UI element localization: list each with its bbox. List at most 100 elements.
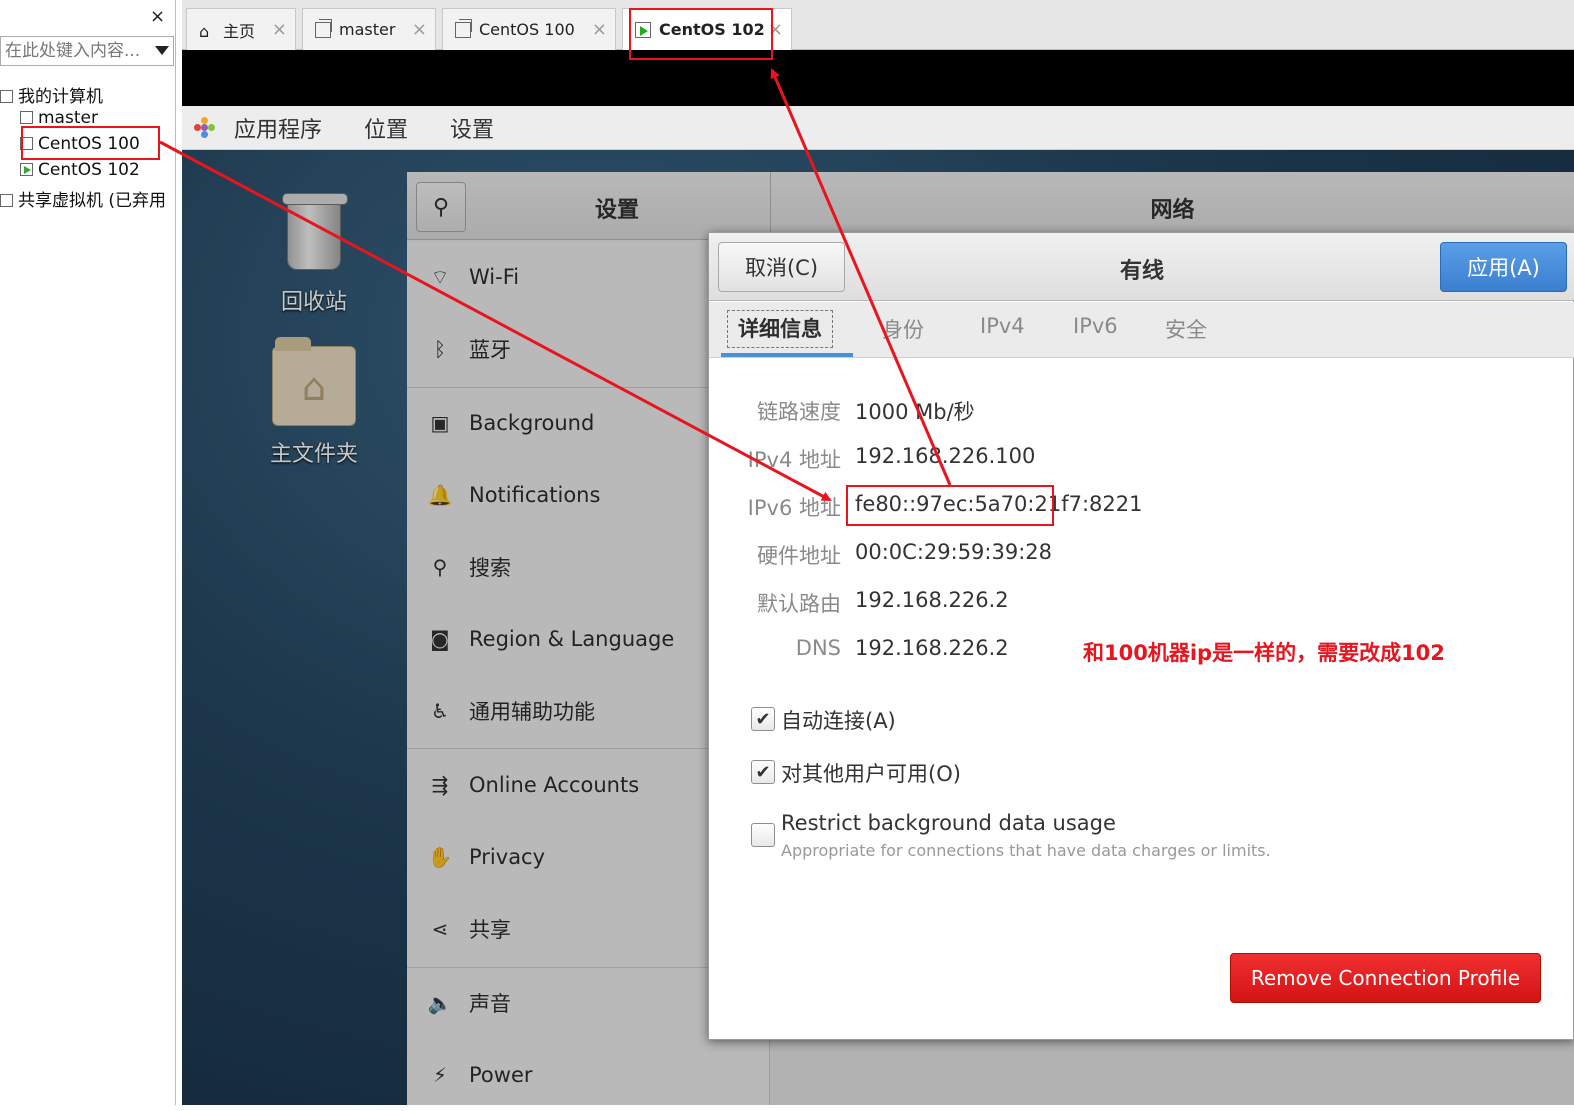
dropdown-arrow-icon[interactable] [155, 46, 169, 55]
tab-label: CentOS 100 [479, 20, 575, 39]
tab-details[interactable]: 详细信息 [727, 310, 833, 348]
online-accounts-icon: ⇶ [431, 773, 449, 797]
checkmark-icon: ✔ [755, 708, 771, 730]
background-icon: ▣ [430, 411, 450, 435]
accessibility-icon: ♿ [431, 699, 449, 723]
restrict-background-sublabel: Appropriate for connections that have da… [781, 841, 1271, 860]
tab-centos-100[interactable]: CentOS 100 × [442, 8, 616, 50]
sidebar-item-label: 共享 [469, 918, 511, 942]
close-icon[interactable]: × [412, 19, 427, 40]
hand-icon: ✋ [427, 845, 453, 869]
camera-icon: ◙ [430, 627, 450, 651]
other-users-checkbox[interactable]: ✔ [751, 760, 775, 784]
gnome-top-bar: 应用程序 位置 设置 [182, 106, 1574, 150]
folder-home-icon [272, 337, 356, 426]
dns-label: DNS [795, 636, 841, 660]
sidebar-item-power[interactable]: ⚡ Power [407, 1039, 770, 1111]
auto-connect-label: 自动连接(A) [781, 709, 896, 733]
library-close-icon[interactable]: × [150, 8, 165, 26]
default-route-label: 默认路由 [757, 592, 841, 616]
ipv4-address-value: 192.168.226.100 [855, 444, 1036, 468]
tab-master[interactable]: master × [302, 8, 436, 50]
gnome-logo-icon [194, 116, 216, 139]
sidebar-item-label: Privacy [469, 845, 546, 869]
sidebar-item-label: 搜索 [469, 556, 511, 580]
panel-title: 网络 [1150, 198, 1195, 223]
dns-value: 192.168.226.2 [855, 636, 1009, 660]
sidebar-item-label: 蓝牙 [469, 338, 511, 362]
sidebar-item-label: 通用辅助功能 [469, 700, 595, 724]
tab-ipv4[interactable]: IPv4 [980, 314, 1025, 338]
bluetooth-icon: ᛒ [434, 337, 446, 361]
sidebar-item-label: Power [469, 1063, 533, 1087]
link-speed-label: 链路速度 [757, 400, 841, 424]
close-icon[interactable]: × [768, 19, 783, 40]
tree-item-my-computer[interactable]: 我的计算机 [0, 82, 103, 107]
dialog-header: 取消(C) 有线 应用(A) [709, 233, 1574, 301]
desktop-icon-home[interactable]: 主文件夹 [254, 337, 374, 468]
remove-connection-profile-button[interactable]: Remove Connection Profile [1230, 953, 1541, 1003]
settings-title: 设置 [594, 198, 639, 223]
sidebar-item-label: Wi-Fi [469, 265, 520, 289]
settings-header: ⚲ 设置 网络 [407, 172, 1574, 240]
vm-icon [20, 111, 33, 124]
speaker-icon: 🔈 [427, 991, 453, 1015]
annotation-note: 和100机器ip是一样的，需要改成102 [1083, 641, 1445, 665]
tab-security[interactable]: 安全 [1165, 314, 1207, 344]
wired-connection-dialog: 取消(C) 有线 应用(A) 详细信息 身份 IPv4 IPv6 安全 链路速度… [708, 232, 1574, 1040]
library-search-box[interactable] [0, 36, 174, 66]
sidebar-item-label: Online Accounts [469, 773, 640, 797]
close-icon[interactable]: × [592, 19, 607, 40]
dialog-tabs: 详细信息 身份 IPv4 IPv6 安全 [709, 302, 1574, 358]
ipv4-address-label: IPv4 地址 [747, 448, 841, 472]
computer-icon [0, 90, 13, 103]
desktop-icon-trash[interactable]: 回收站 [254, 193, 374, 316]
checkmark-icon: ✔ [755, 761, 771, 783]
hardware-address-label: 硬件地址 [757, 544, 841, 568]
tab-centos-102[interactable]: CentOS 102 × [622, 8, 792, 50]
vm-screen[interactable]: 应用程序 位置 设置 回收站 主文件夹 ⚲ 设置 网络 ⌔ Wi-Fi ᛒ 蓝牙 ▣… [182, 50, 1574, 1105]
power-icon: ⚡ [432, 1063, 448, 1087]
tree-item-label: CentOS 102 [38, 160, 140, 180]
wifi-icon: ⌔ [430, 264, 450, 289]
tab-identity[interactable]: 身份 [882, 314, 924, 344]
search-icon: ⚲ [432, 555, 448, 579]
sidebar-item-label: 声音 [469, 992, 511, 1016]
restrict-background-label: Restrict background data usage [781, 811, 1116, 835]
apply-button[interactable]: 应用(A) [1440, 242, 1567, 292]
restrict-background-checkbox[interactable] [751, 823, 775, 847]
tree-item-centos-100[interactable]: CentOS 100 [20, 134, 140, 154]
auto-connect-checkbox[interactable]: ✔ [751, 707, 775, 731]
vm-icon [20, 137, 33, 150]
link-speed-value: 1000 Mb/秒 [855, 400, 975, 424]
vm-icon [455, 18, 472, 38]
search-button[interactable]: ⚲ [416, 182, 466, 232]
menu-places[interactable]: 位置 [348, 112, 424, 144]
tab-label: CentOS 102 [659, 20, 765, 39]
search-icon: ⚲ [432, 194, 450, 220]
sidebar-item-label: Notifications [469, 483, 601, 507]
tree-item-label: master [38, 108, 98, 128]
desktop-icon-label: 主文件夹 [269, 442, 358, 467]
vm-icon [315, 18, 332, 38]
library-search-input[interactable] [5, 40, 150, 62]
shared-vm-icon [0, 194, 13, 207]
menu-applications[interactable]: 应用程序 [218, 112, 338, 144]
menu-settings[interactable]: 设置 [434, 112, 510, 144]
tree-item-master[interactable]: master [20, 108, 98, 128]
tab-label: master [339, 20, 396, 39]
tree-item-label: 我的计算机 [18, 87, 103, 107]
bell-icon: 🔔 [427, 483, 453, 507]
ipv6-address-value: fe80::97ec:5a70:21f7:8221 [855, 492, 1143, 516]
close-icon[interactable]: × [272, 19, 287, 40]
library-panel: × 我的计算机 master CentOS 100 CentOS 102 共享虚… [0, 0, 176, 1105]
tree-item-shared-vms[interactable]: 共享虚拟机 (已弃用 [0, 186, 166, 211]
tree-item-centos-102[interactable]: CentOS 102 [20, 160, 140, 180]
tree-item-label: 共享虚拟机 (已弃用 [18, 191, 167, 211]
tree-item-label: CentOS 100 [38, 134, 140, 154]
vm-running-icon [20, 163, 33, 176]
tab-home[interactable]: ⌂ 主页 × [186, 8, 296, 50]
trash-icon [282, 193, 348, 270]
tab-ipv6[interactable]: IPv6 [1073, 314, 1118, 338]
default-route-value: 192.168.226.2 [855, 588, 1009, 612]
